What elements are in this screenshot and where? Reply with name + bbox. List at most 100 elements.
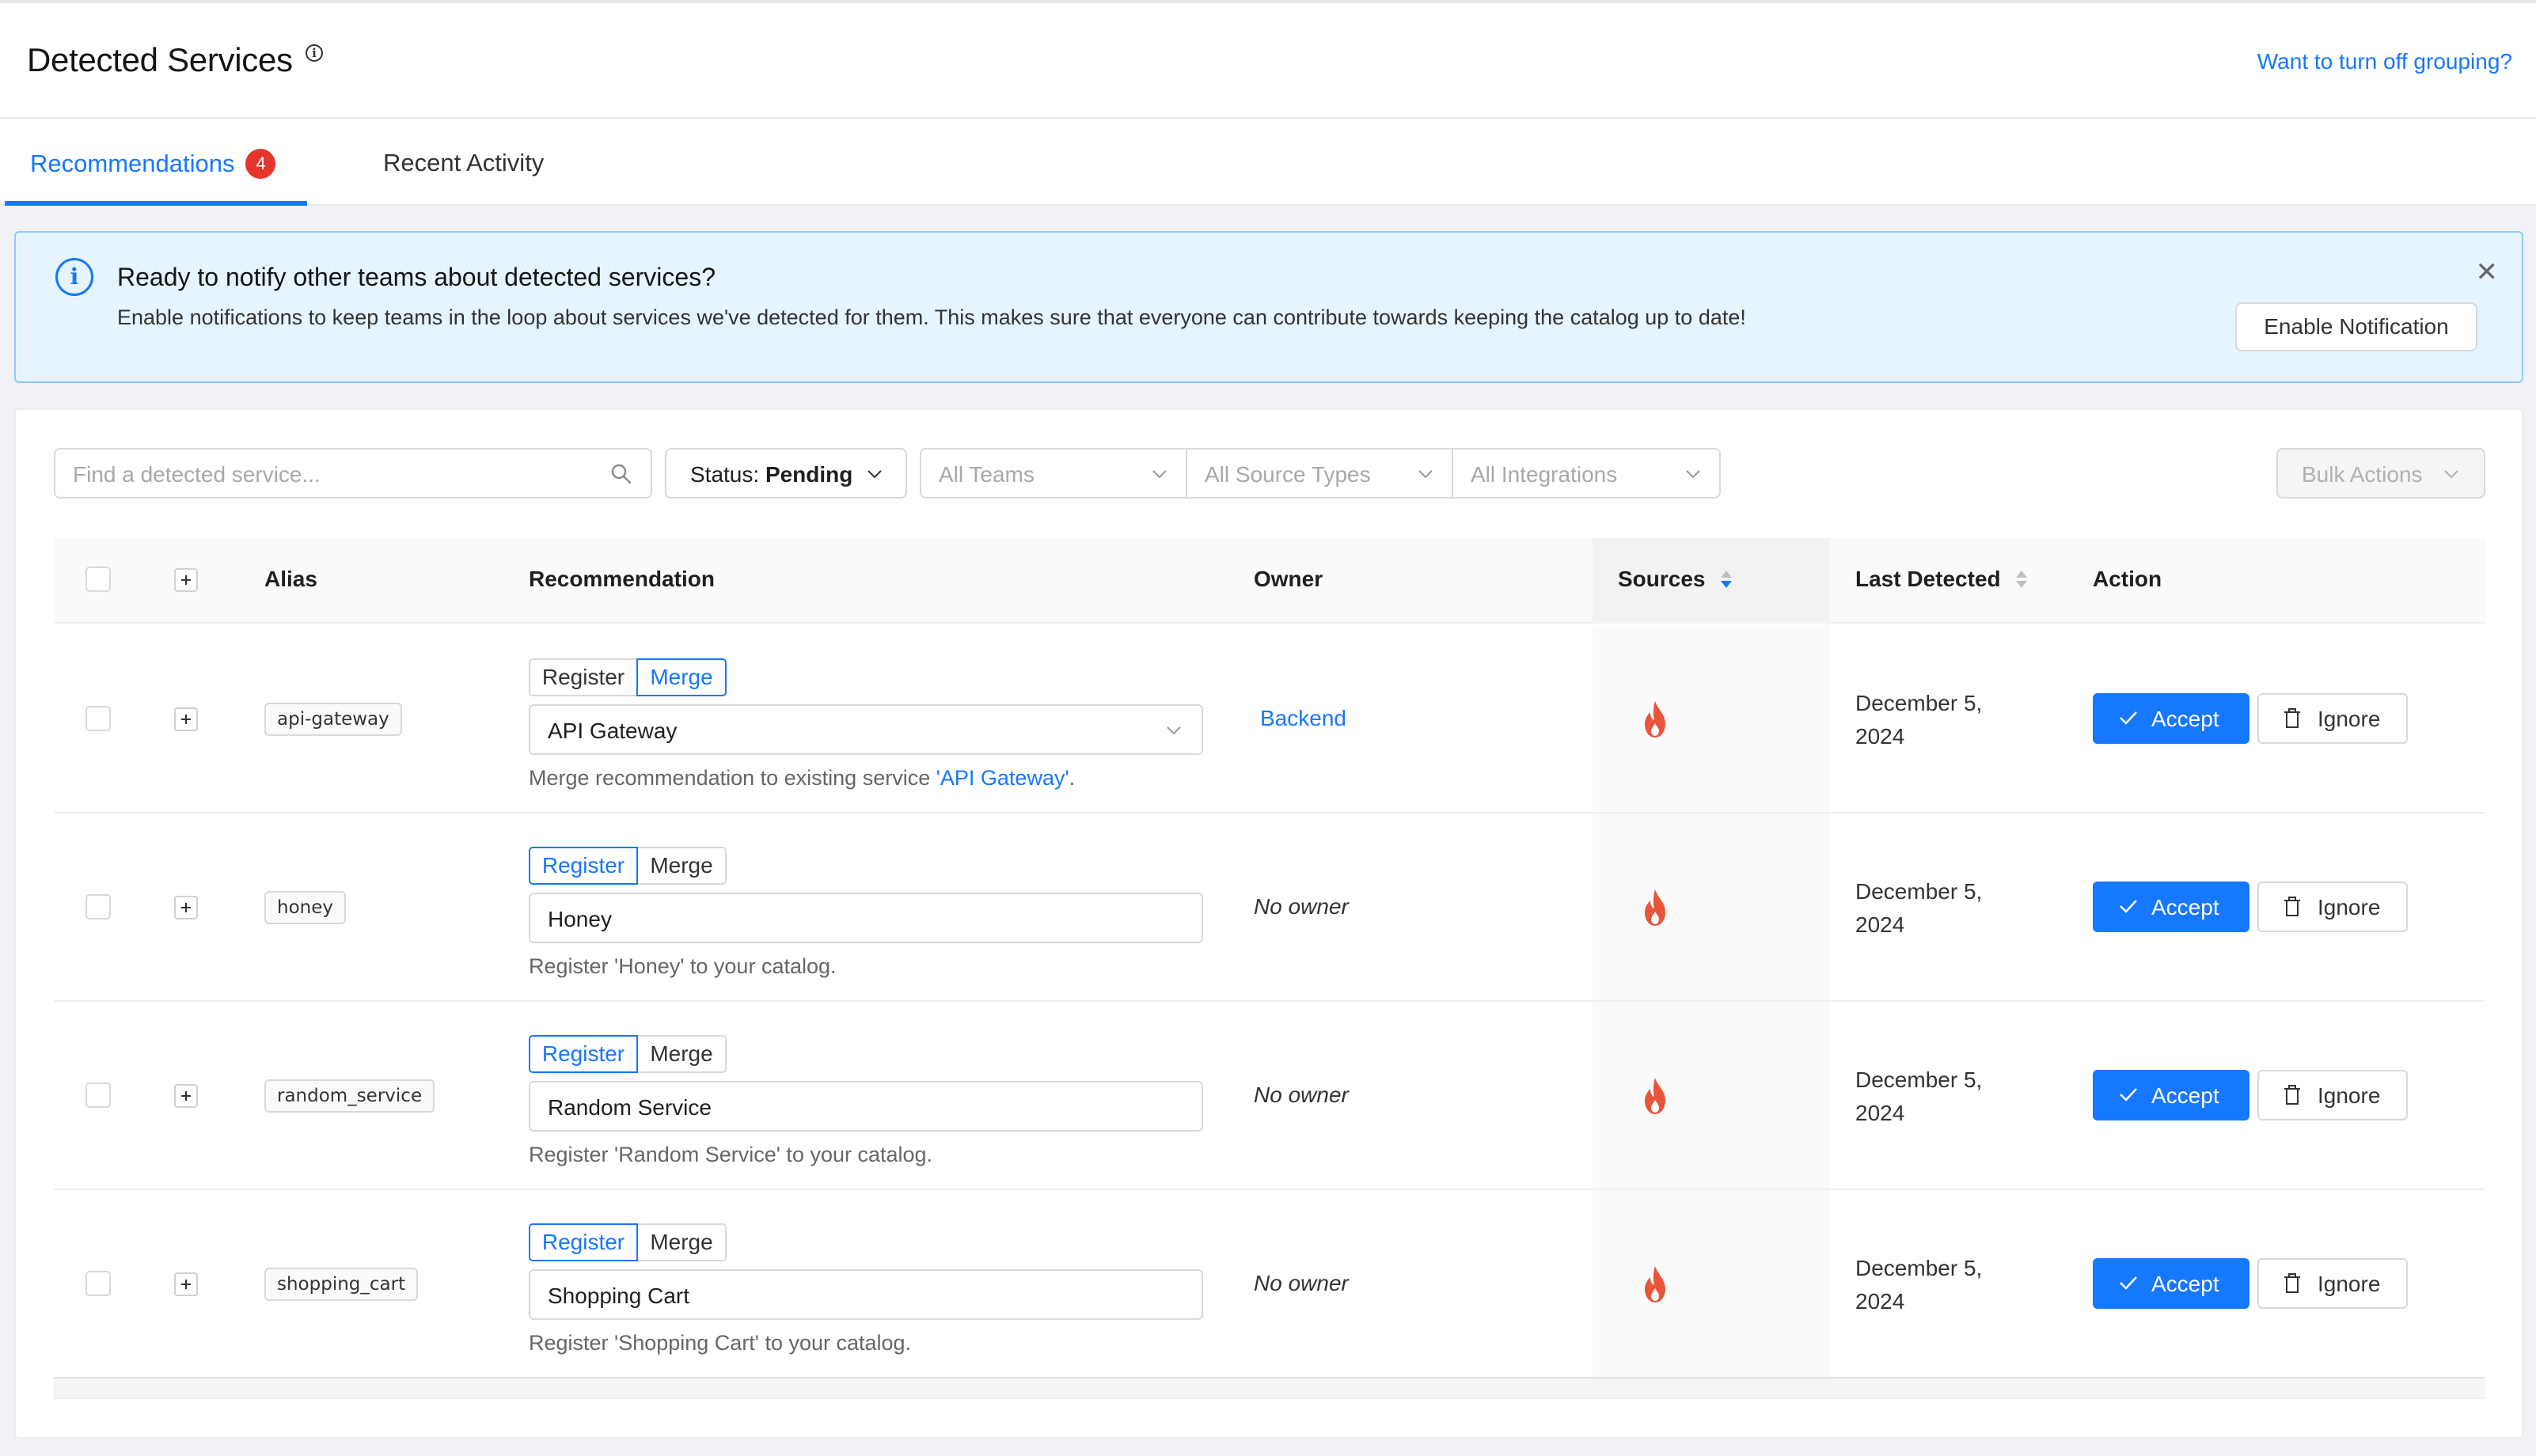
owner-none: No owner [1254, 1271, 1349, 1295]
row-checkbox[interactable] [85, 1083, 111, 1108]
existing-service-link[interactable]: 'API Gateway' [936, 766, 1069, 790]
accept-button[interactable]: Accept [2093, 693, 2249, 744]
ignore-label: Ignore [2318, 1083, 2381, 1108]
accept-label: Accept [2151, 895, 2219, 919]
ignore-button[interactable]: Ignore [2257, 882, 2408, 932]
merge-target-select[interactable]: API Gateway [529, 704, 1203, 755]
accept-label: Accept [2151, 1083, 2219, 1108]
horizontal-scrollbar[interactable] [54, 1377, 2485, 1399]
accept-button[interactable]: Accept [2093, 882, 2249, 932]
chevron-down-icon [2444, 470, 2458, 479]
status-filter-select[interactable]: Status: Pending [665, 448, 907, 499]
fire-icon [1645, 1266, 1665, 1302]
alias-tag: honey [264, 891, 346, 924]
service-name-value: Shopping Cart [548, 1283, 690, 1308]
info-circle-icon[interactable]: i [306, 44, 323, 62]
status-filter-value: Pending [765, 462, 853, 487]
search-icon [611, 464, 632, 484]
column-header-owner: Owner [1254, 567, 1323, 591]
row-expand-button[interactable] [174, 1272, 198, 1296]
integrations-filter-select[interactable]: All Integrations [1452, 448, 1721, 499]
recommendation-note: Register 'Honey' to your catalog. [529, 954, 837, 978]
alert-title: Ready to notify other teams about detect… [117, 263, 716, 291]
ignore-button[interactable]: Ignore [2257, 1258, 2408, 1309]
tab-recent-activity[interactable]: Recent Activity [383, 149, 544, 177]
search-input[interactable]: Find a detected service... [54, 448, 652, 499]
last-detected-date: December 5, 2024 [1855, 691, 1983, 749]
register-option[interactable]: Register [529, 847, 638, 885]
column-header-action: Action [2093, 567, 2162, 591]
active-tab-indicator [5, 201, 307, 206]
row-expand-button[interactable] [174, 707, 198, 731]
register-option[interactable]: Register [529, 1035, 638, 1073]
merge-option[interactable]: Merge [636, 1035, 727, 1073]
last-detected-date: December 5, 2024 [1855, 1256, 1983, 1314]
search-placeholder: Find a detected service... [73, 462, 321, 487]
sources-header-label: Sources [1618, 567, 1706, 591]
source-types-filter-select[interactable]: All Source Types [1186, 448, 1453, 499]
recommendation-note: Merge recommendation to existing service… [529, 766, 1075, 791]
note-text: Merge recommendation to existing service [529, 766, 936, 790]
ignore-label: Ignore [2318, 1272, 2381, 1296]
select-all-checkbox[interactable] [85, 567, 111, 592]
fire-icon [1645, 1078, 1665, 1114]
status-filter-prefix: Status: [690, 462, 765, 487]
close-icon[interactable]: ✕ [2476, 256, 2499, 288]
ignore-label: Ignore [2318, 895, 2381, 919]
trash-icon [2284, 897, 2300, 916]
service-name-input[interactable]: Random Service [529, 1081, 1203, 1132]
accept-button[interactable]: Accept [2093, 1070, 2249, 1120]
column-header-sources[interactable]: Sources [1618, 567, 1733, 592]
row-checkbox[interactable] [85, 894, 111, 919]
expand-all-button[interactable] [174, 568, 198, 592]
info-icon: i [55, 258, 93, 296]
trash-icon [2284, 1085, 2300, 1105]
sources-cell-bg [1593, 1002, 1830, 1189]
table-row: honey Register Merge Honey Register 'Hon… [54, 813, 2485, 1002]
service-name-value: Honey [548, 907, 612, 931]
merge-target-value: API Gateway [548, 719, 678, 743]
chevron-down-icon [1686, 470, 1700, 479]
page-header: Detected Services i Want to turn off gro… [0, 3, 2536, 119]
row-expand-button[interactable] [174, 1084, 198, 1108]
sources-cell-bg [1593, 1190, 1830, 1377]
chevron-down-icon [1167, 726, 1181, 735]
fire-icon [1645, 889, 1665, 926]
sort-icon [2015, 569, 2028, 590]
page-title: Detected Services [27, 41, 293, 78]
table-header: Alias Recommendation Owner Sources Last … [54, 538, 2485, 624]
merge-option[interactable]: Merge [636, 847, 727, 885]
row-checkbox[interactable] [85, 706, 111, 731]
accept-button[interactable]: Accept [2093, 1258, 2249, 1309]
ignore-button[interactable]: Ignore [2257, 1070, 2408, 1120]
ignore-button[interactable]: Ignore [2257, 693, 2408, 744]
chevron-down-icon [867, 470, 882, 479]
note-suffix: . [1069, 766, 1076, 790]
trash-icon [2284, 708, 2300, 728]
bulk-actions-button[interactable]: Bulk Actions [2276, 448, 2485, 499]
enable-notification-button[interactable]: Enable Notification [2235, 302, 2477, 351]
recommendations-count-badge: 4 [245, 149, 276, 179]
owner-none: No owner [1254, 1083, 1349, 1107]
register-option[interactable]: Register [529, 1223, 638, 1261]
column-header-last-detected[interactable]: Last Detected [1855, 567, 2028, 592]
teams-filter-select[interactable]: All Teams [920, 448, 1187, 499]
owner-none: No owner [1254, 894, 1349, 919]
ignore-label: Ignore [2318, 707, 2381, 731]
merge-option[interactable]: Merge [636, 1223, 727, 1261]
row-checkbox[interactable] [85, 1271, 111, 1296]
owner-link[interactable]: Backend [1260, 706, 1346, 731]
table-row: api-gateway Register Merge API Gateway M… [54, 625, 2485, 813]
tab-recommendations[interactable]: Recommendations 4 [30, 149, 276, 179]
chevron-down-icon [1418, 470, 1433, 479]
service-name-input[interactable]: Shopping Cart [529, 1269, 1203, 1320]
turn-off-grouping-link[interactable]: Want to turn off grouping? [2257, 49, 2512, 74]
sort-icon [1720, 569, 1733, 590]
row-expand-button[interactable] [174, 896, 198, 919]
tab-recommendations-label: Recommendations [30, 150, 235, 177]
merge-option[interactable]: Merge [636, 658, 727, 696]
status-filter-text: Status: Pending [690, 462, 852, 487]
service-name-input[interactable]: Honey [529, 893, 1203, 943]
integrations-filter-text: All Integrations [1471, 462, 1618, 487]
register-option[interactable]: Register [529, 658, 638, 696]
